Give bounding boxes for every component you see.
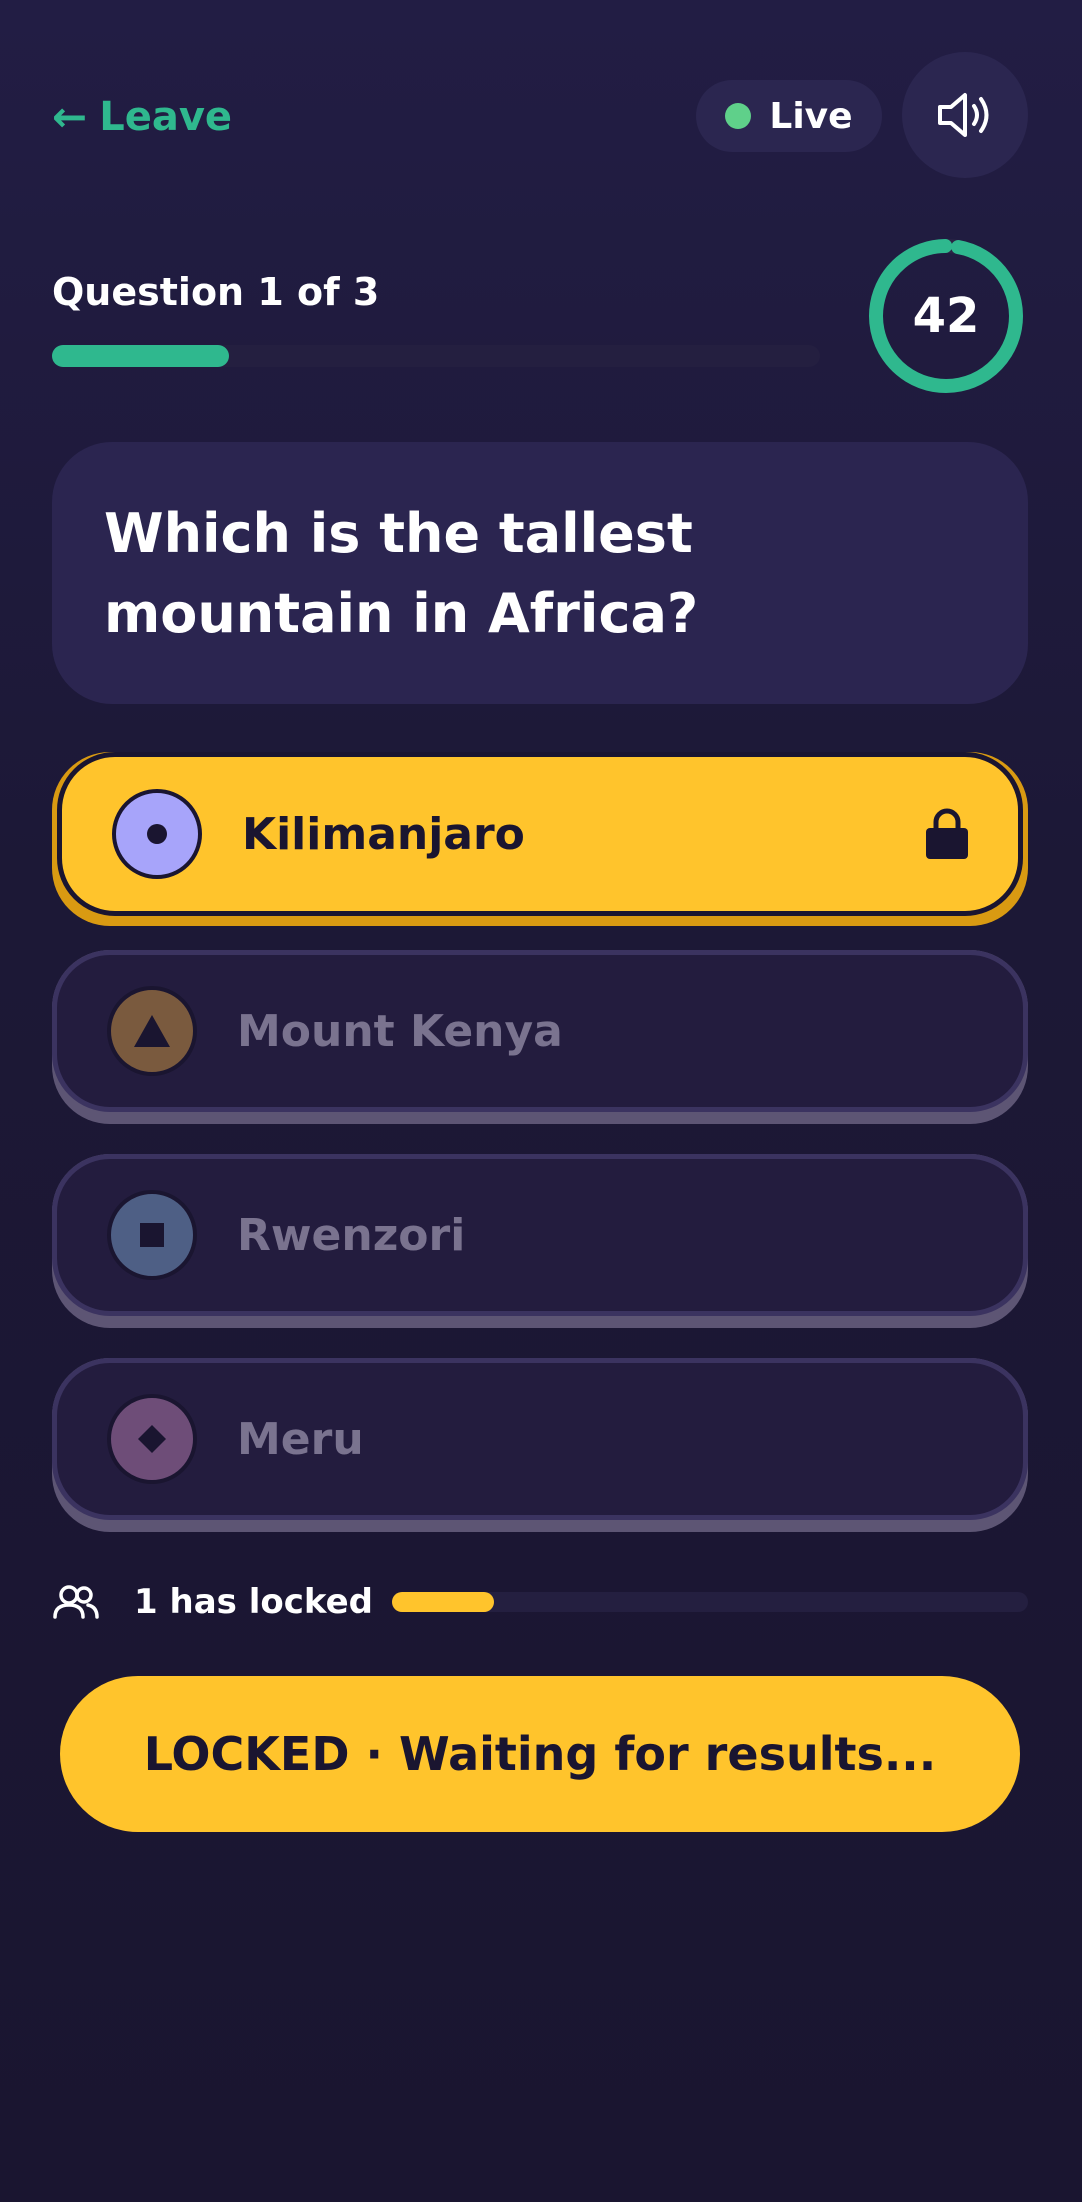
- square-shape-icon: [140, 1223, 164, 1247]
- question-counter: Question 1 of 3: [52, 270, 380, 314]
- live-dot-icon: [725, 103, 752, 129]
- leave-button[interactable]: ← Leave: [52, 92, 232, 142]
- locked-players-row: 1 has locked: [52, 1580, 373, 1624]
- quiz-screen: ← Leave Live Question 1 of 3 42 Which is…: [0, 0, 1082, 2202]
- question-text: Which is the tallest mountain in Africa?: [104, 502, 699, 645]
- answer-face: Rwenzori: [52, 1154, 1028, 1316]
- answer-option-kilimanjaro[interactable]: Kilimanjaro: [52, 752, 1028, 926]
- answer-option-meru[interactable]: Meru: [52, 1358, 1028, 1532]
- answer-option-mount-kenya[interactable]: Mount Kenya: [52, 950, 1028, 1124]
- leave-label: Leave: [99, 94, 233, 140]
- answer-face: Mount Kenya: [52, 950, 1028, 1112]
- question-progress-bar: [52, 345, 820, 367]
- answer-label: Kilimanjaro: [242, 808, 525, 860]
- sound-toggle-button[interactable]: [902, 52, 1028, 178]
- answer-badge: [107, 1394, 197, 1484]
- answer-badge: [107, 986, 197, 1076]
- triangle-shape-icon: [134, 1015, 170, 1047]
- back-arrow-icon: ←: [52, 92, 88, 141]
- answer-label: Rwenzori: [237, 1209, 466, 1261]
- answer-badge: [112, 789, 202, 879]
- live-status-pill: Live: [696, 80, 882, 152]
- locked-progress-fill: [392, 1592, 494, 1612]
- question-card: Which is the tallest mountain in Africa?: [52, 442, 1028, 704]
- answer-face: Meru: [52, 1358, 1028, 1520]
- locked-count-text: 1 has locked: [134, 1582, 373, 1622]
- answer-label: Meru: [237, 1413, 364, 1465]
- answer-badge: [107, 1190, 197, 1280]
- speaker-volume-icon: [938, 93, 989, 137]
- answer-face: Kilimanjaro: [57, 752, 1023, 916]
- locked-progress-bar: [392, 1592, 1028, 1612]
- timer-value: 42: [912, 288, 980, 344]
- locked-status-button[interactable]: LOCKED · Waiting for results...: [60, 1676, 1020, 1832]
- diamond-shape-icon: [138, 1425, 166, 1453]
- users-icon: [53, 1585, 99, 1619]
- answer-label: Mount Kenya: [237, 1005, 563, 1057]
- answer-option-rwenzori[interactable]: Rwenzori: [52, 1154, 1028, 1328]
- countdown-timer: 42: [866, 236, 1026, 396]
- lock-icon: [926, 808, 968, 859]
- circle-shape-icon: [147, 824, 167, 844]
- live-label: Live: [769, 95, 853, 137]
- question-progress-fill: [52, 345, 229, 367]
